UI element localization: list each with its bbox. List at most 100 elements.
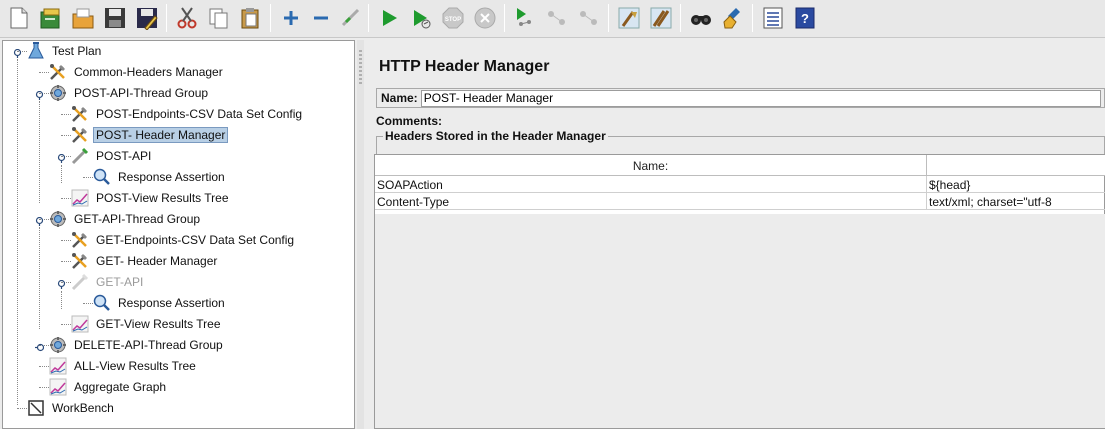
- config-icon: [71, 231, 89, 249]
- tree-node-label: ALL-View Results Tree: [74, 359, 196, 373]
- toolbar-separator: [504, 4, 505, 32]
- tree-node[interactable]: POST-API-Thread Group: [49, 83, 211, 103]
- function-helper-icon[interactable]: [758, 3, 788, 33]
- tree-node[interactable]: DELETE-API-Thread Group: [49, 335, 226, 355]
- help-icon[interactable]: ?: [790, 3, 820, 33]
- tree-node[interactable]: Common-Headers Manager: [49, 62, 226, 82]
- stop-icon[interactable]: STOP: [438, 3, 468, 33]
- collapse-handle-icon[interactable]: [35, 215, 44, 226]
- tree-node[interactable]: Aggregate Graph: [49, 377, 169, 397]
- tree-node-label: Test Plan: [52, 44, 102, 58]
- save-as-icon[interactable]: [132, 3, 162, 33]
- search-icon[interactable]: [686, 3, 716, 33]
- remote-shutdown-icon[interactable]: [574, 3, 604, 33]
- start-icon[interactable]: [374, 3, 404, 33]
- tree-node-label: DELETE-API-Thread Group: [74, 338, 223, 352]
- copy-icon[interactable]: [204, 3, 234, 33]
- listener-icon: [71, 315, 89, 333]
- tree-node[interactable]: Response Assertion: [93, 167, 228, 187]
- tree-node[interactable]: GET-View Results Tree: [71, 314, 224, 334]
- panel-title: HTTP Header Manager: [379, 58, 550, 75]
- header-value-cell[interactable]: ${head}: [927, 176, 1105, 193]
- sampler-icon: [71, 147, 89, 165]
- toolbar-separator: [270, 4, 271, 32]
- expand-icon[interactable]: [276, 3, 306, 33]
- tree-node[interactable]: Test Plan: [27, 41, 104, 61]
- clear-all-icon[interactable]: [646, 3, 676, 33]
- tree-node[interactable]: WorkBench: [27, 398, 117, 418]
- tree-node-label: POST-View Results Tree: [96, 191, 229, 205]
- tree-node[interactable]: GET-Endpoints-CSV Data Set Config: [71, 230, 297, 250]
- cut-icon[interactable]: [172, 3, 202, 33]
- remote-stop-icon[interactable]: [542, 3, 572, 33]
- tree-node-label: Common-Headers Manager: [74, 65, 223, 79]
- collapse-handle-icon[interactable]: [35, 89, 44, 100]
- save-icon[interactable]: [100, 3, 130, 33]
- comments-label: Comments:: [376, 114, 443, 128]
- collapse-handle-icon[interactable]: [57, 278, 66, 289]
- table-empty-area: [375, 214, 1105, 428]
- tree-node[interactable]: POST- Header Manager: [71, 125, 229, 145]
- name-field[interactable]: [420, 89, 1101, 107]
- toolbar-separator: [608, 4, 609, 32]
- tree-node[interactable]: POST-Endpoints-CSV Data Set Config: [71, 104, 305, 124]
- listener-icon: [49, 357, 67, 375]
- tree-node[interactable]: GET- Header Manager: [71, 251, 220, 271]
- expand-handle-icon[interactable]: [35, 341, 45, 352]
- tree-node[interactable]: POST-View Results Tree: [71, 188, 232, 208]
- tree-node-label: Response Assertion: [118, 296, 225, 310]
- tree-node[interactable]: GET-API: [71, 272, 146, 292]
- header-name-cell[interactable]: SOAPAction: [375, 176, 927, 193]
- collapse-handle-icon[interactable]: [57, 152, 66, 163]
- tree-node[interactable]: POST-API: [71, 146, 154, 166]
- clear-icon[interactable]: [614, 3, 644, 33]
- column-header-value[interactable]: [927, 155, 1105, 176]
- test-plan-icon: [27, 42, 45, 60]
- tree-node-label: Aggregate Graph: [74, 380, 167, 394]
- toolbar-separator: [368, 4, 369, 32]
- tree-node-label: GET- Header Manager: [96, 254, 218, 268]
- collapse-icon[interactable]: [306, 3, 336, 33]
- tree-node-label: WorkBench: [52, 401, 114, 415]
- headers-table[interactable]: Name: SOAPAction ${head} Content-Type te…: [374, 154, 1105, 429]
- tree-node-label: GET-Endpoints-CSV Data Set Config: [96, 233, 295, 247]
- svg-text:STOP: STOP: [445, 17, 461, 23]
- tree-node-label: Response Assertion: [118, 170, 225, 184]
- toolbar-separator: [752, 4, 753, 32]
- shutdown-icon[interactable]: [470, 3, 500, 33]
- start-no-pauses-icon[interactable]: [406, 3, 436, 33]
- tree-node[interactable]: Response Assertion: [93, 293, 228, 313]
- table-row[interactable]: Content-Type text/xml; charset="utf-8: [375, 193, 1105, 210]
- toolbar: STOP ?: [0, 0, 1105, 38]
- table-row[interactable]: SOAPAction ${head}: [375, 176, 1105, 193]
- config-icon: [71, 252, 89, 270]
- thread-group-icon: [49, 336, 67, 354]
- column-header-name[interactable]: Name:: [375, 155, 927, 176]
- name-label: Name:: [381, 91, 418, 105]
- sampler-icon: [71, 273, 89, 291]
- config-icon: [71, 105, 89, 123]
- listener-icon: [49, 378, 67, 396]
- tree-node[interactable]: ALL-View Results Tree: [49, 356, 199, 376]
- tree-node[interactable]: GET-API-Thread Group: [49, 209, 203, 229]
- collapse-handle-icon[interactable]: [13, 47, 22, 58]
- toolbar-separator: [166, 4, 167, 32]
- toolbar-separator: [680, 4, 681, 32]
- name-row: Name:: [376, 88, 1105, 108]
- tree-node-label: POST-Endpoints-CSV Data Set Config: [96, 107, 303, 121]
- config-icon: [71, 126, 89, 144]
- open-icon[interactable]: [68, 3, 98, 33]
- templates-icon[interactable]: [36, 3, 66, 33]
- thread-group-icon: [49, 210, 67, 228]
- splitter[interactable]: [357, 40, 364, 429]
- paste-icon[interactable]: [236, 3, 266, 33]
- remote-start-icon[interactable]: [510, 3, 540, 33]
- reset-search-icon[interactable]: [718, 3, 748, 33]
- toggle-icon[interactable]: [336, 3, 366, 33]
- headers-group-label: Headers Stored in the Header Manager: [383, 129, 608, 143]
- new-icon[interactable]: [4, 3, 34, 33]
- tree-node-label: GET-API: [96, 275, 144, 289]
- header-value-cell[interactable]: text/xml; charset="utf-8: [927, 193, 1105, 210]
- test-plan-tree[interactable]: Test Plan Common-Headers Manager POST-API-…: [2, 40, 355, 429]
- header-name-cell[interactable]: Content-Type: [375, 193, 927, 210]
